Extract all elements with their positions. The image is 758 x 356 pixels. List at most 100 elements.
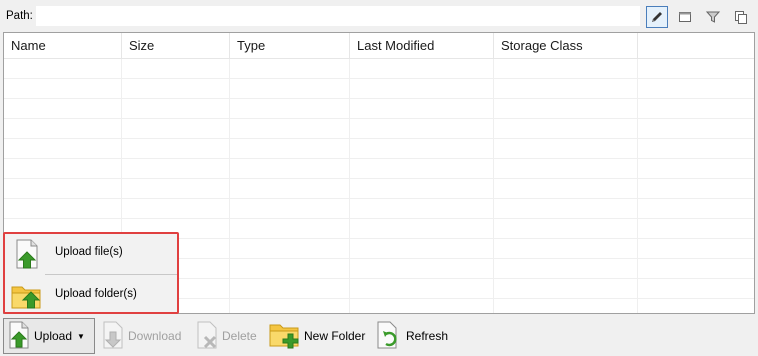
table-cell	[350, 199, 494, 218]
column-header-extra	[638, 33, 754, 58]
menu-separator	[45, 274, 177, 275]
table-cell	[230, 239, 350, 258]
upload-folders-menu-item[interactable]: Upload folder(s)	[5, 276, 177, 314]
table-cell	[122, 99, 230, 118]
table-cell	[230, 59, 350, 78]
table-cell	[4, 159, 122, 178]
table-cell	[122, 119, 230, 138]
table-cell	[350, 119, 494, 138]
refresh-label: Refresh	[406, 329, 449, 343]
table-cell	[122, 179, 230, 198]
refresh-icon	[375, 321, 403, 352]
table-cell	[494, 279, 638, 298]
path-input[interactable]	[36, 6, 640, 26]
new-folder-icon	[269, 321, 301, 352]
path-label: Path:	[6, 10, 33, 22]
table-cell	[494, 159, 638, 178]
table-row	[4, 179, 754, 199]
download-label: Download	[128, 329, 182, 343]
table-cell	[350, 259, 494, 278]
table-header: Name Size Type Last Modified Storage Cla…	[4, 33, 754, 59]
refresh-button[interactable]: Refresh	[372, 318, 451, 354]
table-row	[4, 59, 754, 79]
table-cell	[4, 79, 122, 98]
window-icon[interactable]	[674, 6, 696, 28]
column-header-size[interactable]: Size	[122, 33, 230, 58]
table-cell	[494, 139, 638, 158]
delete-button[interactable]: Delete	[192, 318, 260, 354]
table-row	[4, 139, 754, 159]
bottom-toolbar: Upload ▼ Download Delete New Folder Refr…	[0, 316, 758, 356]
table-cell	[4, 199, 122, 218]
download-icon	[101, 321, 125, 352]
column-header-name[interactable]: Name	[4, 33, 122, 58]
table-cell	[494, 199, 638, 218]
table-cell	[230, 179, 350, 198]
table-cell	[350, 219, 494, 238]
table-cell	[350, 159, 494, 178]
pencil-icon[interactable]	[646, 6, 668, 28]
view-toolbar	[646, 6, 752, 28]
table-cell	[350, 239, 494, 258]
table-cell	[4, 99, 122, 118]
table-cell	[350, 99, 494, 118]
table-cell	[494, 239, 638, 258]
table-cell	[494, 259, 638, 278]
column-header-last-modified[interactable]: Last Modified	[350, 33, 494, 58]
table-row	[4, 199, 754, 219]
table-row	[4, 119, 754, 139]
table-cell	[122, 199, 230, 218]
column-header-storage-class[interactable]: Storage Class	[494, 33, 638, 58]
table-cell	[4, 139, 122, 158]
upload-label: Upload	[34, 329, 73, 343]
upload-folders-label: Upload folder(s)	[55, 288, 137, 300]
table-cell	[230, 99, 350, 118]
table-row	[4, 79, 754, 99]
path-bar: Path:	[0, 0, 758, 32]
table-cell	[494, 219, 638, 238]
filter-icon[interactable]	[702, 6, 724, 28]
table-row	[4, 159, 754, 179]
table-cell	[230, 299, 350, 313]
table-cell	[230, 219, 350, 238]
table-cell	[230, 279, 350, 298]
download-button[interactable]: Download	[98, 318, 184, 354]
chevron-down-icon[interactable]: ▼	[77, 332, 85, 341]
column-header-type[interactable]: Type	[230, 33, 350, 58]
new-folder-label: New Folder	[304, 329, 366, 343]
table-cell	[230, 119, 350, 138]
delete-icon	[195, 321, 219, 352]
table-cell	[230, 259, 350, 278]
table-cell	[350, 139, 494, 158]
table-cell	[350, 179, 494, 198]
table-cell	[122, 159, 230, 178]
table-cell	[230, 199, 350, 218]
copy-icon[interactable]	[730, 6, 752, 28]
table-cell	[350, 59, 494, 78]
upload-button[interactable]: Upload ▼	[3, 318, 95, 354]
table-cell	[494, 99, 638, 118]
table-cell	[350, 279, 494, 298]
upload-files-label: Upload file(s)	[55, 246, 123, 258]
table-row	[4, 99, 754, 119]
table-cell	[230, 79, 350, 98]
table-cell	[122, 79, 230, 98]
upload-icon	[7, 321, 31, 352]
table-cell	[230, 139, 350, 158]
file-upload-icon	[11, 238, 43, 273]
table-cell	[494, 299, 638, 313]
table-cell	[230, 159, 350, 178]
upload-menu: Upload file(s) Upload folder(s)	[3, 232, 179, 314]
new-folder-button[interactable]: New Folder	[266, 318, 368, 354]
table-cell	[122, 59, 230, 78]
table-cell	[494, 179, 638, 198]
delete-label: Delete	[222, 329, 257, 343]
table-cell	[494, 59, 638, 78]
upload-files-menu-item[interactable]: Upload file(s)	[5, 234, 177, 272]
table-cell	[4, 179, 122, 198]
table-cell	[4, 119, 122, 138]
table-cell	[122, 139, 230, 158]
folder-upload-icon	[11, 280, 43, 315]
table-cell	[494, 119, 638, 138]
table-cell	[494, 79, 638, 98]
